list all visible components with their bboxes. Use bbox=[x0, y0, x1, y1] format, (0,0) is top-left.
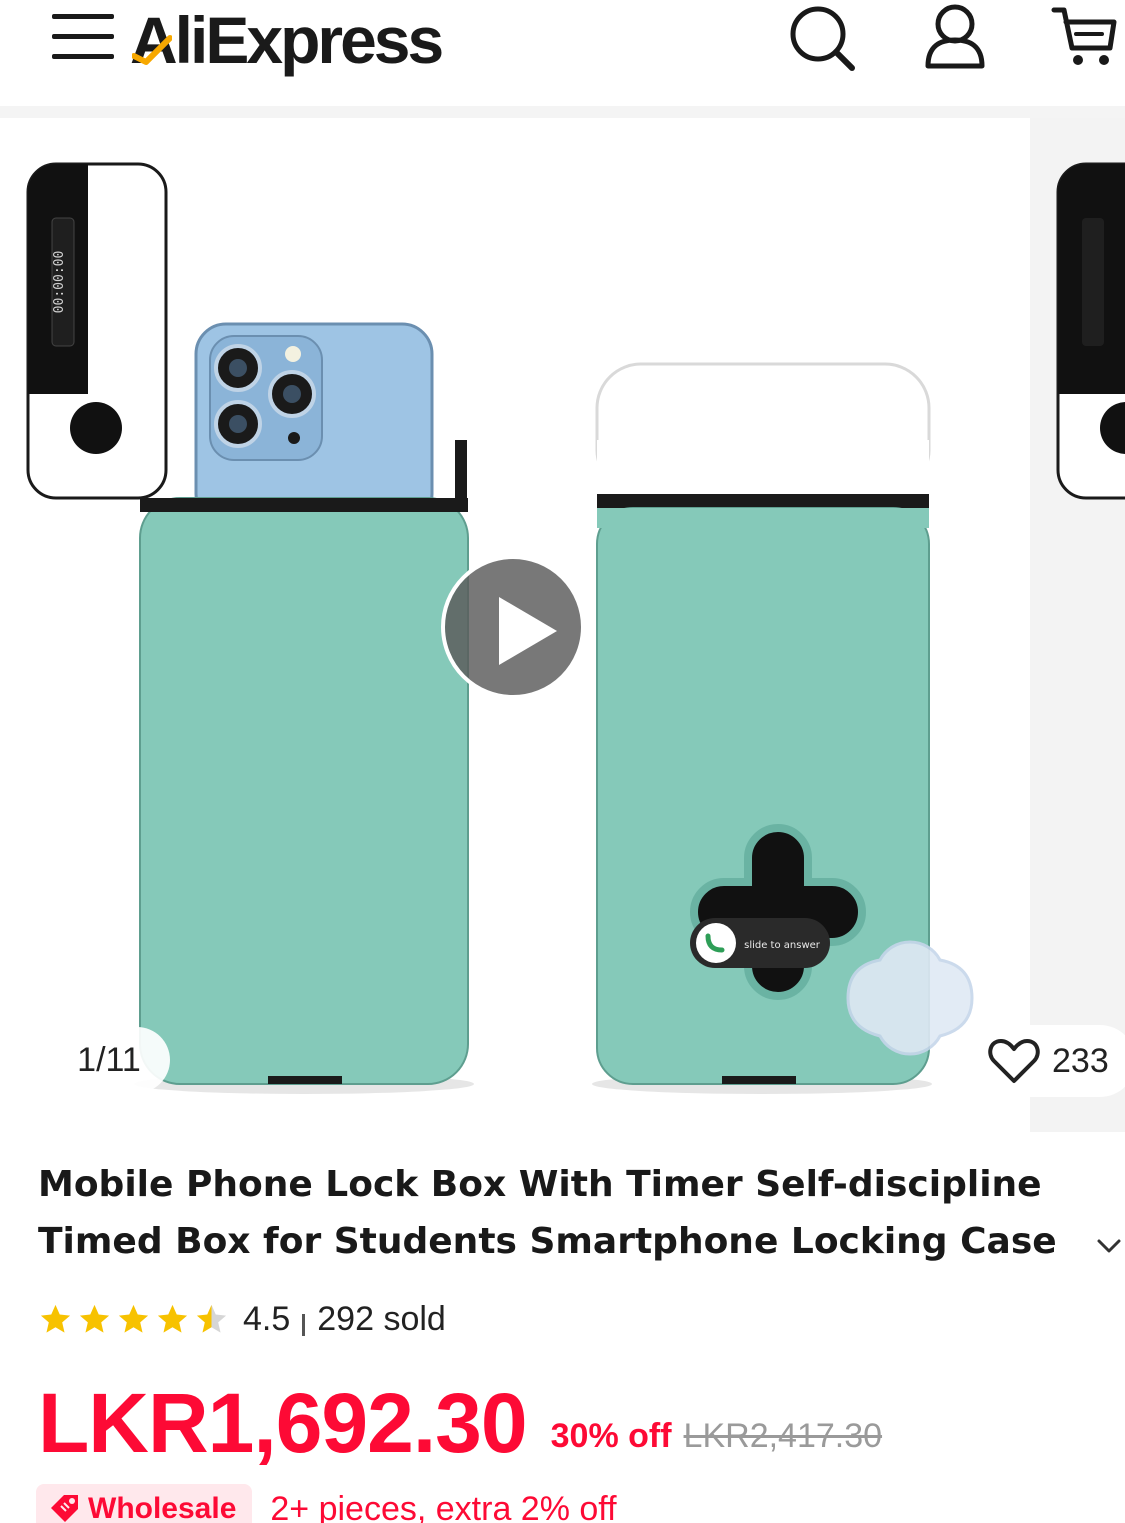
chevron-down-icon[interactable] bbox=[1094, 1234, 1124, 1258]
wishlist-button[interactable]: 233 bbox=[966, 1025, 1125, 1097]
half-star-icon bbox=[196, 1304, 227, 1333]
hamburger-menu-icon[interactable] bbox=[52, 12, 116, 62]
rating-row[interactable]: 4.5 292 sold bbox=[38, 1296, 446, 1342]
wholesale-row[interactable]: Wholesale 2+ pieces, extra 2% off bbox=[36, 1483, 617, 1523]
logo-text: AliExpress bbox=[130, 3, 444, 77]
search-icon[interactable] bbox=[786, 2, 858, 74]
star-icon bbox=[40, 1304, 71, 1333]
smartphone bbox=[194, 322, 434, 526]
star-rating bbox=[38, 1302, 229, 1337]
aliexpress-logo[interactable]: AliExpress bbox=[130, 0, 444, 80]
price-row: LKR1,692.30 30% off LKR2,417.30 bbox=[38, 1372, 882, 1468]
top-header: AliExpress bbox=[0, 0, 1125, 106]
play-icon bbox=[499, 597, 557, 665]
lock-box-body-left bbox=[139, 440, 469, 1085]
header-divider bbox=[0, 106, 1125, 118]
product-title-block: Mobile Phone Lock Box With Timer Self-di… bbox=[38, 1156, 1098, 1270]
product-title: Mobile Phone Lock Box With Timer Self-di… bbox=[38, 1164, 1057, 1262]
rating-separator bbox=[302, 1314, 306, 1336]
play-video-button[interactable] bbox=[441, 555, 585, 699]
sold-count: 292 sold bbox=[317, 1299, 446, 1338]
screen-caption: slide to answer bbox=[744, 940, 821, 951]
product-image-gallery[interactable]: 00:00:00 slide to answer 1/11 233 bbox=[0, 118, 1125, 1132]
rating-value: 4.5 bbox=[243, 1299, 291, 1338]
next-image-preview[interactable] bbox=[1030, 118, 1125, 1132]
timer-display: 00:00:00 bbox=[52, 251, 67, 314]
discount-label: 30% off bbox=[550, 1417, 672, 1455]
wholesale-label: Wholesale bbox=[88, 1492, 237, 1523]
cart-icon[interactable] bbox=[1050, 2, 1122, 74]
logo-swoosh-icon bbox=[132, 35, 172, 65]
star-icon bbox=[118, 1304, 149, 1333]
star-icon bbox=[157, 1304, 188, 1333]
product-image-slide[interactable]: 00:00:00 slide to answer bbox=[0, 118, 1030, 1132]
wholesale-badge[interactable]: Wholesale bbox=[36, 1484, 253, 1523]
lock-box-cap-open: 00:00:00 bbox=[26, 162, 168, 500]
original-price: LKR2,417.30 bbox=[683, 1417, 883, 1455]
heart-icon bbox=[988, 1039, 1040, 1083]
current-price: LKR1,692.30 bbox=[38, 1376, 528, 1470]
star-icon bbox=[79, 1304, 110, 1333]
wishlist-count: 233 bbox=[1052, 1041, 1109, 1080]
image-counter: 1/11 bbox=[36, 1027, 170, 1093]
user-icon[interactable] bbox=[920, 2, 992, 74]
wholesale-offer-text: 2+ pieces, extra 2% off bbox=[270, 1489, 617, 1523]
tag-icon bbox=[51, 1495, 78, 1522]
